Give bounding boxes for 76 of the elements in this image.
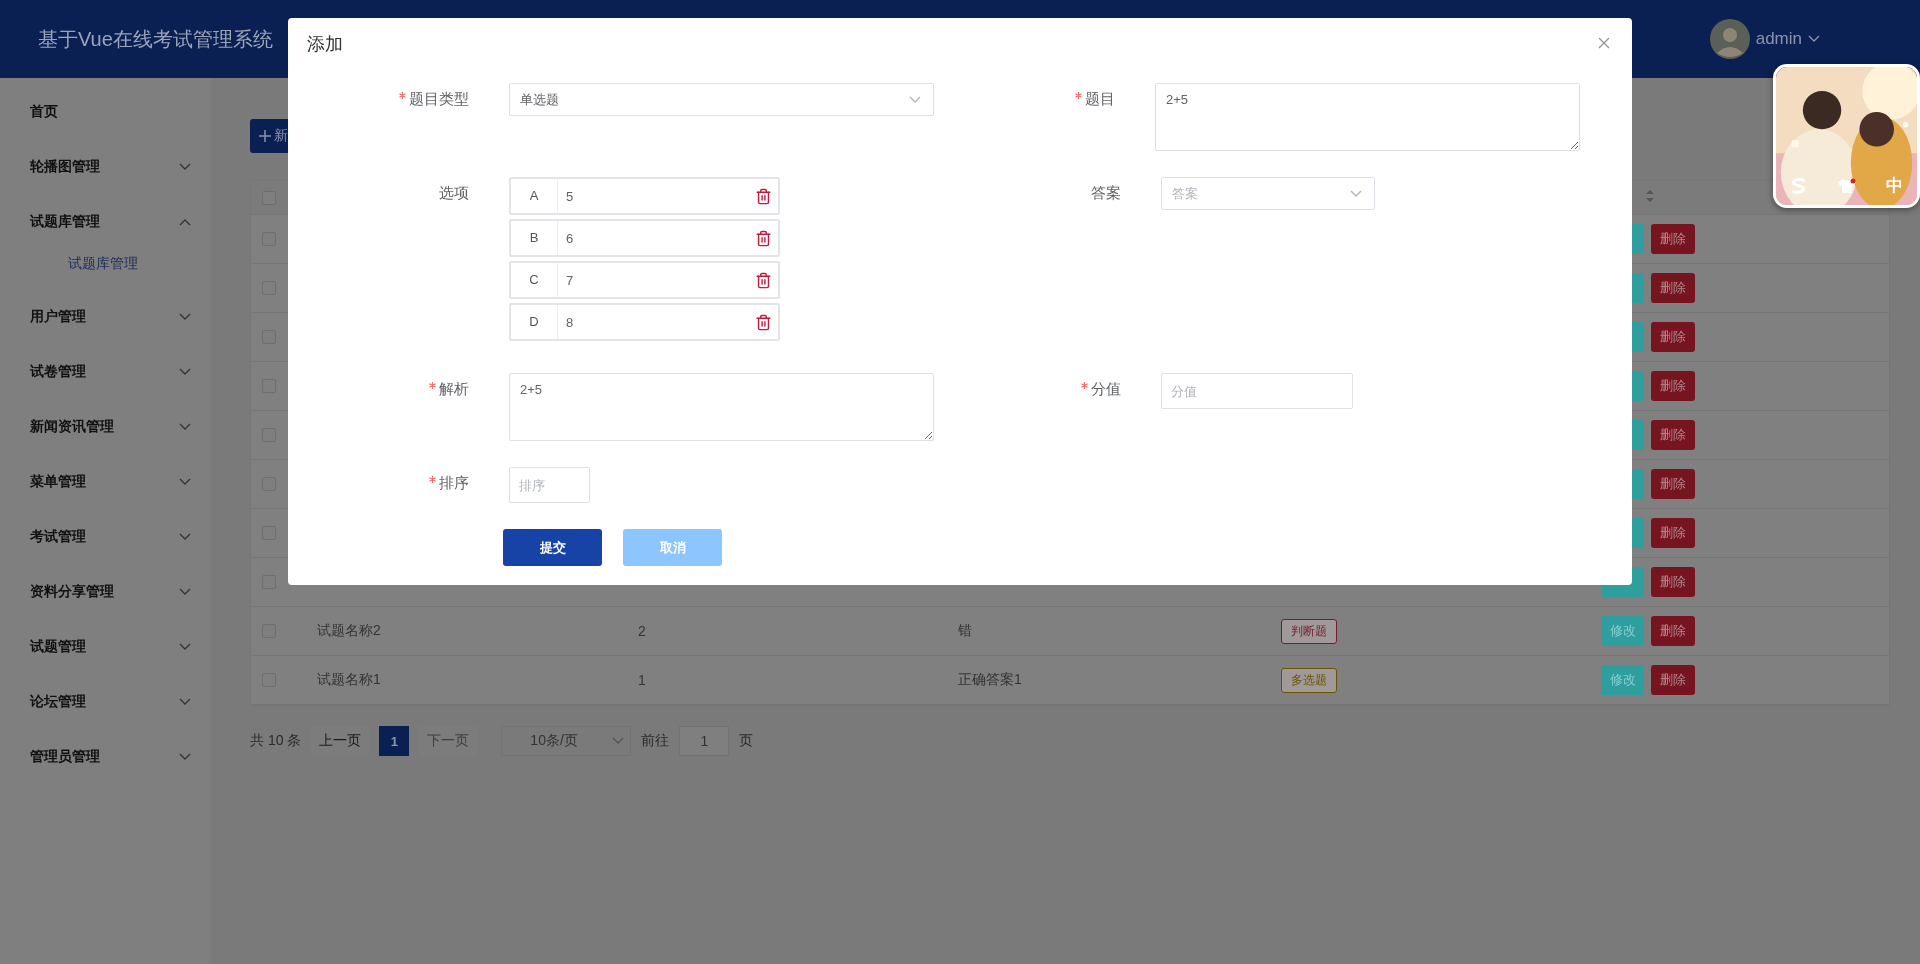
table-cell-text: 试题名称2 xyxy=(317,622,382,640)
table-cell-text: 1 xyxy=(638,672,647,688)
delete-button[interactable]: 删除 xyxy=(1651,518,1695,548)
user-name[interactable]: admin xyxy=(1755,29,1802,49)
delete-button[interactable]: 删除 xyxy=(1651,616,1695,646)
goto-input[interactable]: 1 xyxy=(679,726,730,756)
chevron-down-icon xyxy=(179,477,191,486)
table-cell-text: 错 xyxy=(958,622,973,640)
sidebar-item[interactable]: 论坛管理 xyxy=(0,674,211,729)
input-field[interactable]: 分值 xyxy=(1161,373,1353,409)
page-unit: 页 xyxy=(739,732,754,750)
chevron-down-icon xyxy=(179,367,191,376)
chevron-down-icon xyxy=(179,162,191,171)
page-size-select[interactable]: 10条/页 xyxy=(501,726,632,756)
field-label: 分值 xyxy=(1091,380,1121,399)
plus-icon xyxy=(258,129,272,143)
shirt-icon[interactable] xyxy=(1837,177,1857,194)
sort-icon[interactable] xyxy=(1645,188,1655,203)
sidebar-item[interactable]: 资料分享管理 xyxy=(0,564,211,619)
goto-label: 前往 xyxy=(641,732,670,750)
select-field[interactable]: 单选题 xyxy=(509,83,934,116)
chevron-down-icon xyxy=(1350,189,1362,198)
total-count: 共 10 条 xyxy=(250,732,302,750)
chevron-down-icon xyxy=(179,697,191,706)
field-label: 答案 xyxy=(1091,184,1121,203)
delete-button[interactable]: 删除 xyxy=(1651,420,1695,450)
table-cell-text: 试题名称1 xyxy=(317,671,382,689)
field-label: 解析 xyxy=(439,380,469,399)
delete-button[interactable]: 删除 xyxy=(1651,273,1695,303)
option-field[interactable]: C 7 xyxy=(509,261,780,299)
field-label: 排序 xyxy=(439,474,469,493)
delete-button[interactable]: 删除 xyxy=(1651,469,1695,499)
chevron-down-icon xyxy=(179,642,191,651)
app-title: 基于Vue在线考试管理系统 xyxy=(38,26,273,52)
field-label: 题目 xyxy=(1085,90,1115,109)
sidebar-item[interactable]: 考试管理 xyxy=(0,509,211,564)
dialog-title: 添加 xyxy=(307,32,343,56)
sidebar-item[interactable]: 试题管理 xyxy=(0,619,211,674)
textarea-field[interactable]: 2+5 xyxy=(509,373,934,441)
type-tag: 判断题 xyxy=(1281,618,1337,644)
field-label: 选项 xyxy=(439,184,469,203)
chevron-down-icon xyxy=(179,752,191,761)
sidebar-item[interactable]: 用户管理 xyxy=(0,289,211,344)
chevron-down-icon xyxy=(612,737,625,745)
chevron-down-icon xyxy=(179,532,191,541)
sidebar-item[interactable]: 试题库管理 xyxy=(0,194,211,249)
option-field[interactable]: B 6 xyxy=(509,219,780,257)
table-cell-text: 2 xyxy=(638,623,647,639)
delete-button[interactable]: 删除 xyxy=(1651,665,1695,695)
sidebar-item[interactable]: 轮播图管理 xyxy=(0,139,211,194)
field-label: 题目类型 xyxy=(409,90,469,109)
sidebar-item[interactable]: 新闻资讯管理 xyxy=(0,399,211,454)
chevron-up-icon xyxy=(179,217,191,226)
chevron-down-icon xyxy=(179,422,191,431)
chevron-down-icon xyxy=(179,587,191,596)
chevron-down-icon xyxy=(1808,35,1820,43)
chevron-down-icon xyxy=(179,312,191,321)
sidebar-item[interactable]: 试卷管理 xyxy=(0,344,211,399)
option-field[interactable]: A 5 xyxy=(509,177,780,215)
table-cell-text: 正确答案1 xyxy=(958,671,1023,689)
delete-button[interactable]: 删除 xyxy=(1651,371,1695,401)
sidebar-item[interactable]: 菜单管理 xyxy=(0,454,211,509)
option-field[interactable]: D 8 xyxy=(509,303,780,341)
delete-button[interactable]: 删除 xyxy=(1651,322,1695,352)
sidebar-item[interactable]: 管理员管理 xyxy=(0,729,211,784)
sidebar-item[interactable]: 首页 xyxy=(0,84,211,139)
textarea-field[interactable]: 2+5 xyxy=(1155,83,1580,151)
input-field[interactable]: 排序 xyxy=(509,467,590,503)
type-tag: 多选题 xyxy=(1281,667,1337,693)
sidebar-subitem[interactable]: 试题库管理 xyxy=(68,255,138,273)
chevron-down-icon xyxy=(909,95,921,104)
delete-button[interactable]: 删除 xyxy=(1651,224,1695,254)
submit-button[interactable]: 提交 xyxy=(503,529,602,566)
page-number[interactable]: 1 xyxy=(379,726,410,756)
avatar-icon[interactable] xyxy=(1709,19,1750,59)
delete-button[interactable]: 删除 xyxy=(1651,567,1695,597)
